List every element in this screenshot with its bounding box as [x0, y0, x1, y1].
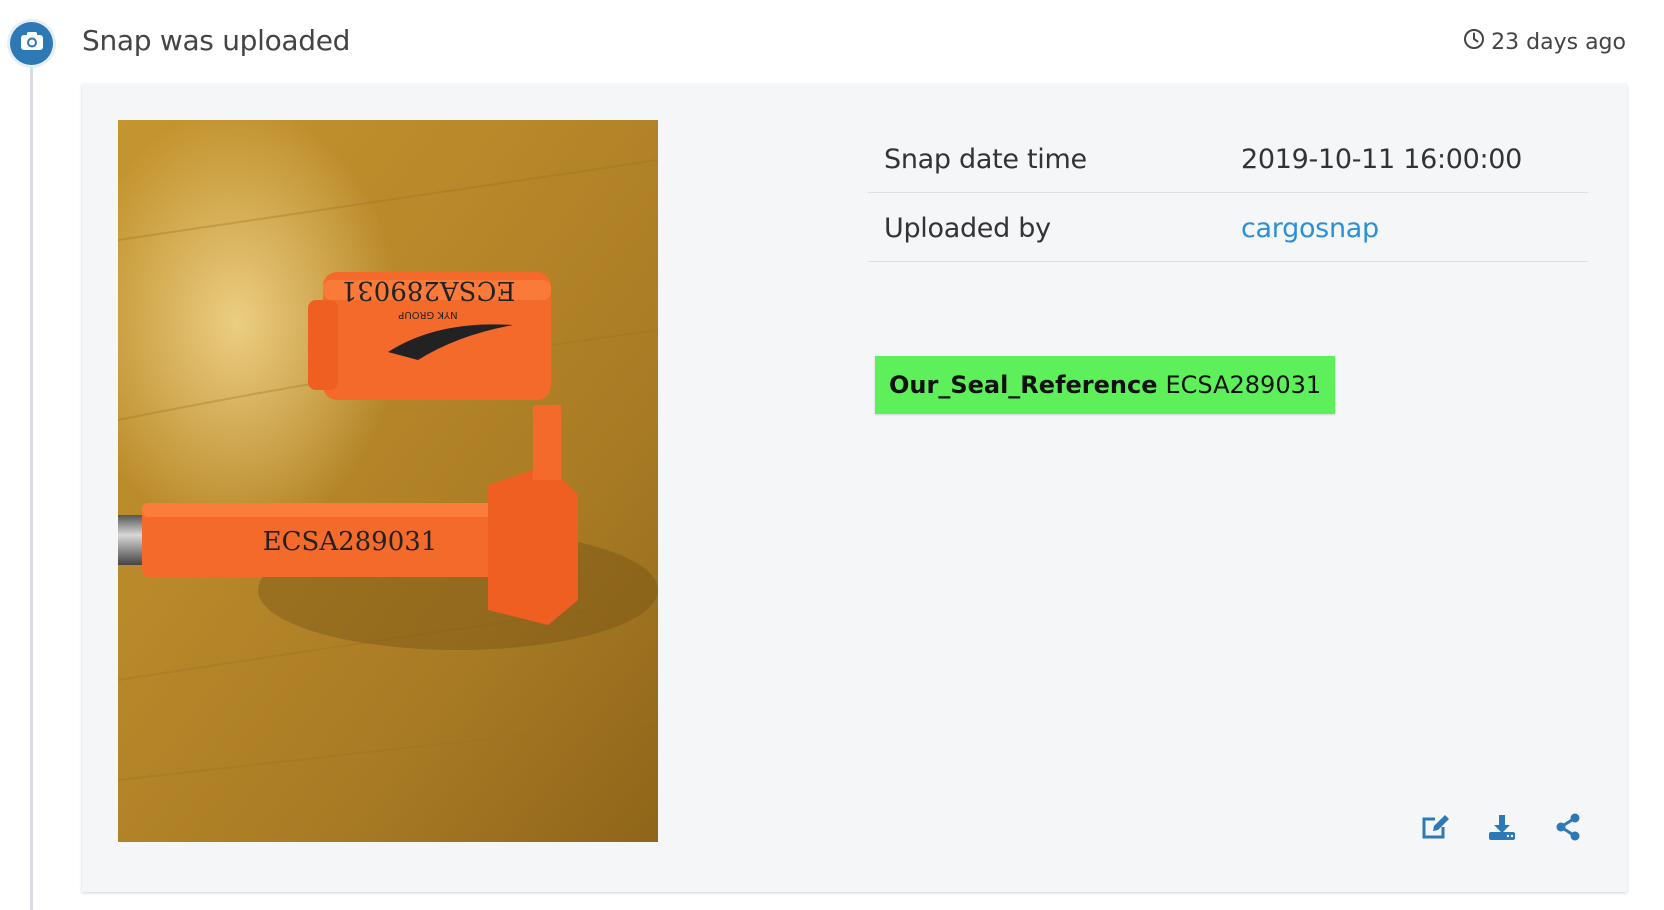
tag-key: Our_Seal_Reference — [889, 371, 1158, 399]
snap-actions — [1419, 812, 1585, 846]
timestamp-text: 23 days ago — [1491, 29, 1626, 55]
snap-details-table: Snap date time 2019-10-11 16:00:00 Uploa… — [868, 124, 1588, 262]
share-button[interactable] — [1551, 812, 1585, 846]
camera-icon — [20, 31, 44, 56]
details-row: Snap date time 2019-10-11 16:00:00 — [868, 124, 1588, 193]
detail-value: cargosnap — [1225, 192, 1588, 262]
details-row: Uploaded by cargosnap — [868, 192, 1588, 262]
uploaded-by-link[interactable]: cargosnap — [1241, 213, 1379, 244]
detail-label: Snap date time — [868, 124, 1225, 193]
timestamp: 23 days ago — [1463, 28, 1626, 56]
detail-label: Uploaded by — [868, 192, 1225, 262]
tag-value: ECSA289031 — [1165, 371, 1322, 399]
edit-button[interactable] — [1419, 812, 1453, 846]
timeline-badge — [10, 22, 53, 65]
share-icon — [1555, 813, 1581, 846]
detail-value: 2019-10-11 16:00:00 — [1225, 124, 1588, 193]
snap-card: ECSA289031 NYK GROUP ECSA289031 Snap dat… — [82, 84, 1627, 892]
clock-icon — [1463, 28, 1485, 56]
snap-photo[interactable]: ECSA289031 NYK GROUP ECSA289031 — [118, 120, 658, 842]
edit-icon — [1421, 813, 1451, 846]
download-button[interactable] — [1485, 812, 1519, 846]
download-icon — [1488, 813, 1516, 846]
svg-text:ECSA289031: ECSA289031 — [341, 275, 516, 305]
event-title: Snap was uploaded — [82, 24, 351, 57]
svg-text:ECSA289031: ECSA289031 — [263, 527, 438, 557]
seal-reference-tag[interactable]: Our_Seal_Reference ECSA289031 — [875, 356, 1336, 414]
timeline-line — [30, 60, 33, 910]
svg-text:NYK GROUP: NYK GROUP — [398, 309, 457, 320]
